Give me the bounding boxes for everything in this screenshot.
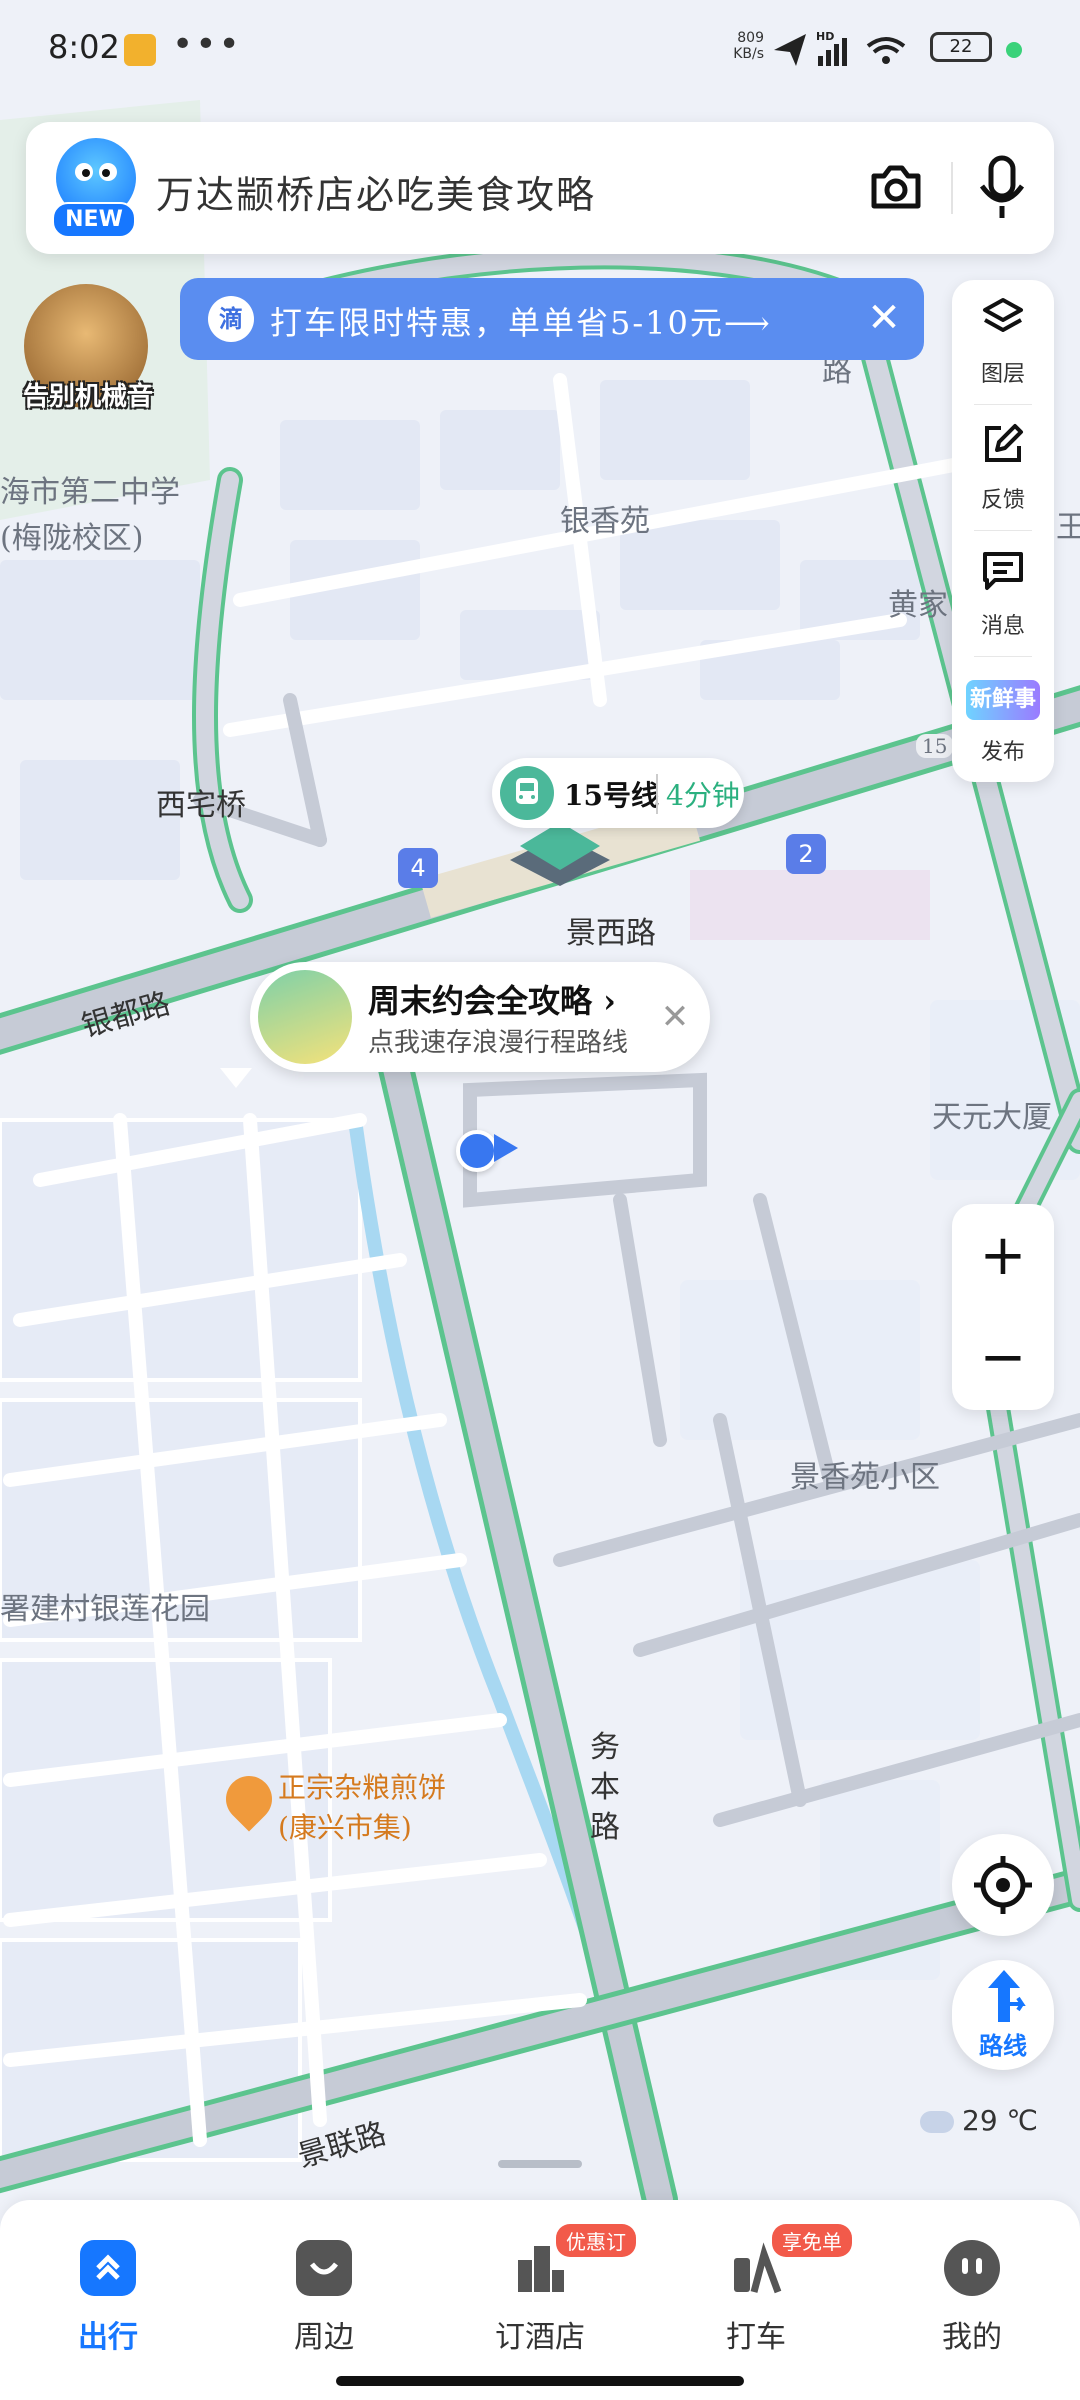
search-input[interactable]: 万达颛桥店必吃美食攻略 [156,164,596,219]
nav-hotel[interactable]: 优惠订 订酒店 [460,2224,636,2380]
taxi-promo-badge: 享免单 [772,2224,852,2257]
network-speed: 809 KB/s [733,30,764,62]
nav-profile[interactable]: 我的 [892,2230,1052,2380]
nav-profile-label: 我的 [942,2320,1002,2355]
feedback-button[interactable]: 反馈 [952,406,1054,532]
publish-button[interactable]: 新鲜事 发布 [952,658,1054,784]
route-button[interactable]: 路线 [952,1960,1054,2070]
zoom-control: + − [952,1204,1054,1410]
heading-arrow-icon [494,1134,518,1162]
map-label-tianyuan: 天元大厦 [932,1100,1052,1135]
nav-nearby[interactable]: 周边 [244,2230,404,2380]
voice-pack-badge[interactable]: 告别机械音 [18,284,158,414]
taxi-promo-icon: 滴 [208,296,254,342]
nav-travel[interactable]: 出行 [28,2230,188,2380]
metro-icon [500,766,554,820]
feedback-label: 反馈 [980,488,1025,513]
metro-station-chip[interactable]: 15号线 4分钟 [492,758,744,828]
promo-text[interactable]: 打车限时特惠，单单省5-10元⟶ [270,298,772,344]
status-time: 8:02 [48,28,120,66]
metro-line-label: 15号线 [564,779,659,812]
camera-icon[interactable] [866,158,926,218]
nav-hotel-label: 订酒店 [495,2320,585,2355]
mic-icon[interactable] [972,154,1032,222]
partly-cloudy-icon [920,2111,954,2133]
zoom-in-button[interactable]: + [952,1206,1054,1306]
layers-label: 图层 [980,362,1025,387]
message-icon [983,552,1023,590]
route-label: 路线 [979,2032,1027,2060]
locate-me-button[interactable] [952,1834,1054,1936]
new-badge: NEW [52,202,136,238]
layers-icon [983,298,1023,332]
status-bar: 8:02 ••• 809 KB/s HD 22 [0,0,1080,100]
map-label-jingxiangyuan: 景香苑小区 [790,1460,940,1495]
messages-button[interactable]: 消息 [952,532,1054,658]
close-icon[interactable]: ✕ [650,992,700,1042]
weather-widget[interactable]: 29 ℃ [920,2104,1038,2137]
temperature: 29 ℃ [962,2104,1038,2137]
hotel-promo-badge: 优惠订 [556,2224,636,2257]
toolbar-divider [974,404,1032,405]
toolbar-divider [974,530,1032,531]
zoom-out-button[interactable]: − [952,1308,1054,1408]
search-divider [951,162,953,214]
crosshair-icon [974,1856,1032,1914]
metro-eta: 4分钟 [656,774,740,814]
current-location-marker [456,1130,498,1172]
nearby-icon [296,2240,352,2296]
close-icon[interactable]: ✕ [856,290,912,346]
sheet-drag-handle[interactable] [498,2160,582,2168]
search-bar[interactable]: NEW 万达颛桥店必吃美食攻略 [26,122,1054,254]
nav-travel-label: 出行 [78,2320,138,2355]
map-label-wubenlu: 务本路 [590,1730,620,1845]
map-label-yinxiangyuan: 银香苑 [560,504,650,539]
travel-icon [80,2240,136,2296]
map-guide-icon [258,970,352,1064]
date-guide-card[interactable]: 周末约会全攻略 › 点我速存浪漫行程路线 ✕ [250,962,710,1072]
fresh-news-icon: 新鲜事 [966,680,1040,720]
bottom-nav: 出行 周边 优惠订 订酒店 享免单 打车 我的 [0,2200,1080,2400]
station-exit-badge[interactable]: 2 [786,834,826,874]
nav-nearby-label: 周边 [294,2320,354,2355]
more-notifications-icon: ••• [172,24,242,65]
map-label-edge-fragment: 王 [1056,510,1080,545]
poi-label[interactable]: 正宗杂粮煎饼 (康兴市集) [278,1768,538,1848]
map-label-school: 海市第二中学 (梅陇校区) [0,475,180,556]
messages-label: 消息 [980,614,1025,639]
card-subtitle: 点我速存浪漫行程路线 [368,1028,629,1058]
privacy-dot [1006,42,1022,58]
map-label-road-number: 15 [916,734,954,758]
nav-taxi[interactable]: 享免单 打车 [676,2224,852,2380]
toolbar-divider [974,656,1032,657]
nav-taxi-label: 打车 [726,2320,786,2355]
signal-wifi-icons: HD [774,30,906,66]
taxi-promo-banner[interactable]: 滴 打车限时特惠，单单省5-10元⟶ ✕ [180,278,924,360]
card-title: 周末约会全攻略 › [368,982,616,1020]
map-canvas[interactable] [0,0,1080,2400]
map-side-toolbar: 图层 反馈 消息 新鲜事 发布 [952,280,1054,782]
chevron-right-icon: › [603,982,616,1020]
publish-label: 发布 [980,740,1025,765]
route-arrow-icon [988,1970,1026,2022]
profile-icon [944,2240,1000,2296]
map-label-xizhaiqiao: 西宅桥 [156,788,246,823]
card-pointer [220,1068,252,1088]
layers-button[interactable]: 图层 [952,280,1054,406]
notification-app-icon [124,34,156,66]
home-indicator[interactable] [336,2376,744,2386]
map-label-huangjia: 黄家 [888,588,948,623]
map-label-jingxilu: 景西路 [566,916,656,951]
station-exit-badge[interactable]: 4 [398,848,438,888]
voice-badge-label: 告别机械音 [22,382,153,412]
battery-indicator: 22 [930,32,992,62]
hd-label: HD [816,30,834,43]
edit-icon [985,424,1023,462]
map-label-shujiancun: 署建村银莲花园 [0,1592,210,1627]
